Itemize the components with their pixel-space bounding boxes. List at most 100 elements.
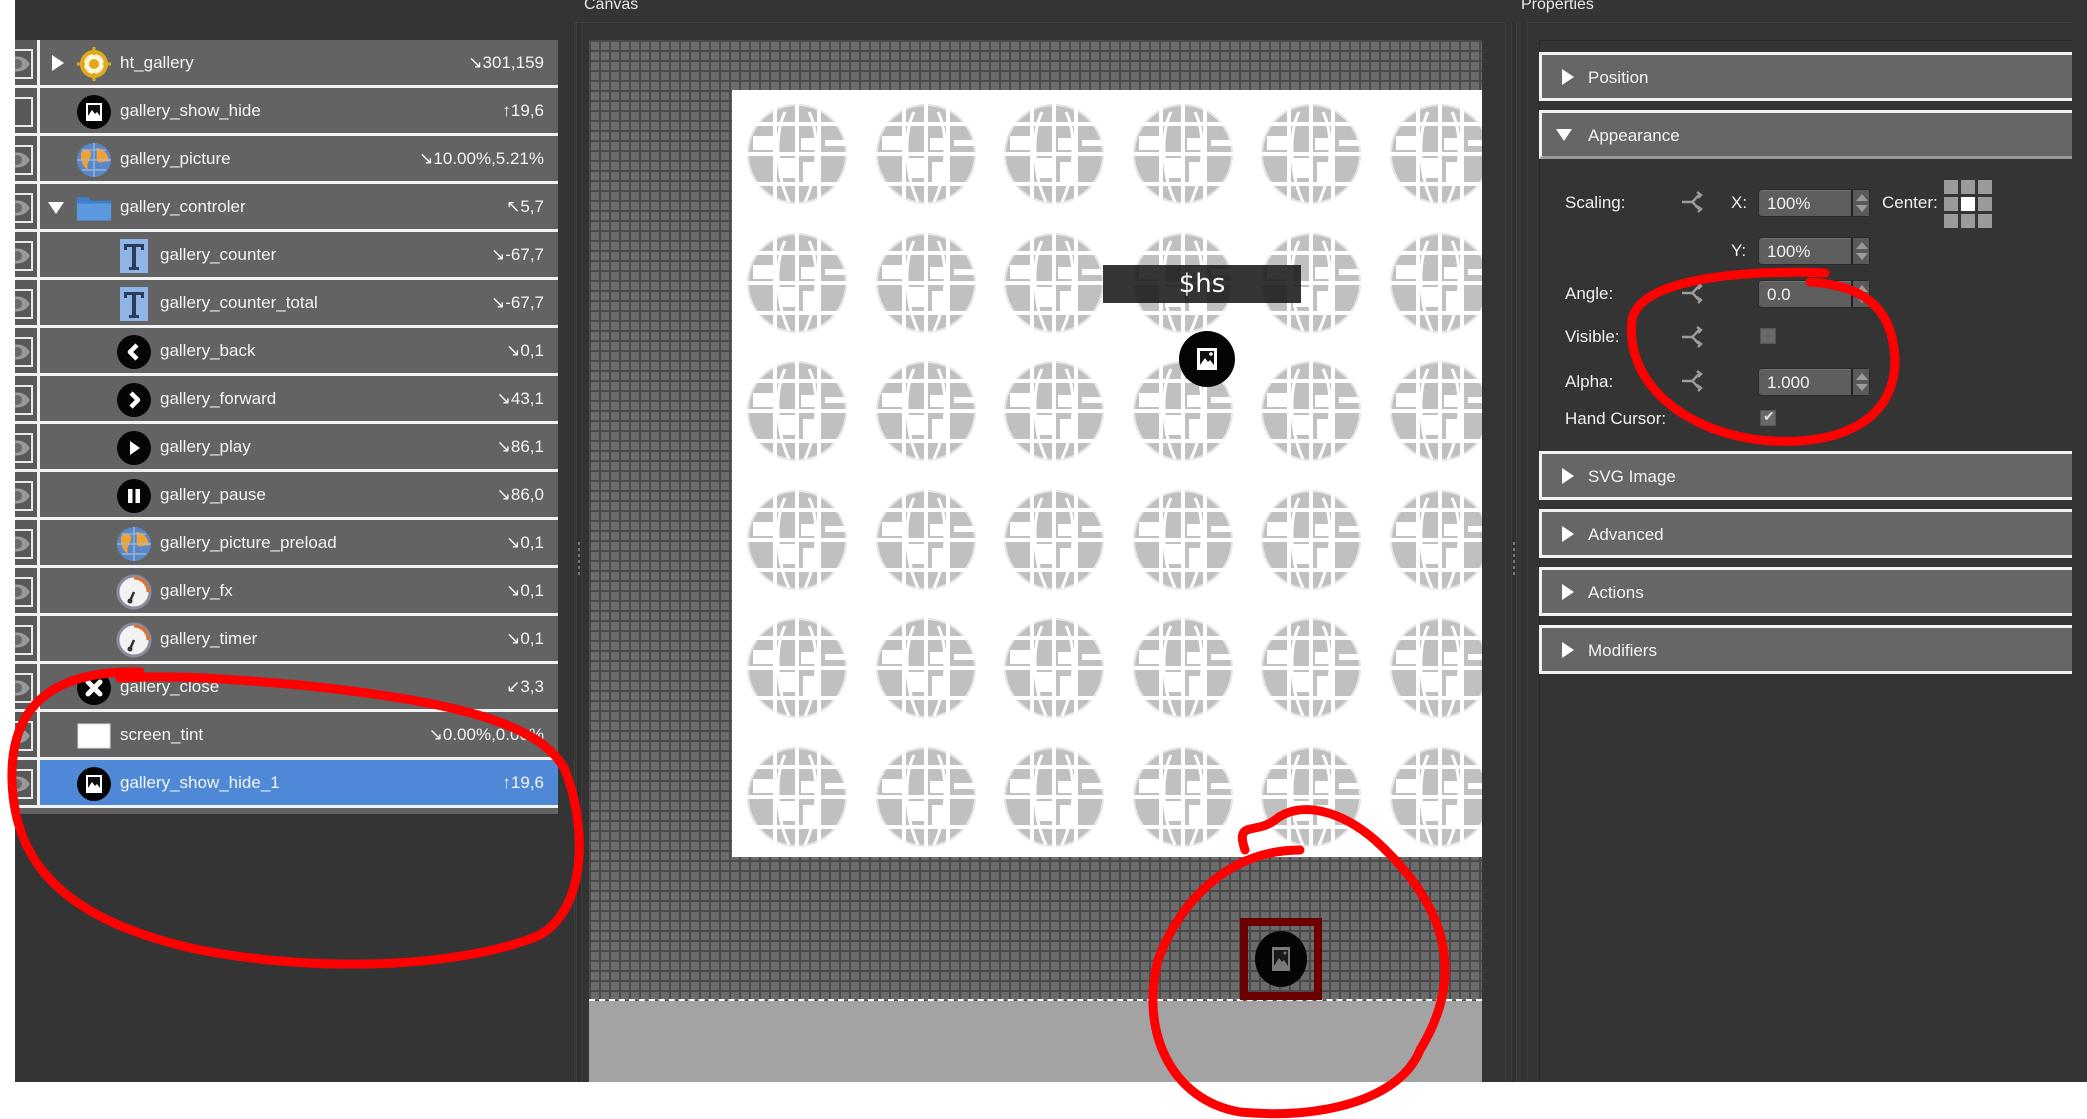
link-modifier-icon[interactable] bbox=[1680, 326, 1706, 348]
layer-row[interactable]: gallery_picture_preload ↘0,1 bbox=[15, 520, 558, 568]
hand-cursor-checkbox[interactable]: ✔ bbox=[1760, 408, 1776, 426]
gallery-show-hide-1-element[interactable] bbox=[1255, 931, 1307, 987]
anchor-top-left[interactable] bbox=[1944, 180, 1958, 194]
layer-row-main[interactable]: ht_gallery ↘301,159 bbox=[40, 40, 558, 85]
anchor-bottom-left[interactable] bbox=[1944, 214, 1958, 228]
layer-name: gallery_show_hide bbox=[120, 101, 261, 120]
layer-row-main[interactable]: gallery_show_hide_1 ↑19,6 bbox=[40, 760, 558, 805]
anchor-middle-center[interactable] bbox=[1961, 197, 1975, 211]
visibility-toggle[interactable] bbox=[15, 616, 40, 661]
layer-row[interactable]: ht_gallery ↘301,159 bbox=[15, 40, 558, 88]
center-anchor-picker[interactable] bbox=[1944, 180, 1992, 228]
layer-row-main[interactable]: gallery_show_hide ↑19,6 bbox=[40, 88, 558, 133]
layer-row-main[interactable]: gallery_forward ↘43,1 bbox=[40, 376, 558, 421]
layer-row[interactable]: gallery_fx ↘0,1 bbox=[15, 568, 558, 616]
layer-row-main[interactable]: gallery_counter ↘-67,7 bbox=[40, 232, 558, 277]
right-splitter[interactable] bbox=[1511, 22, 1517, 1082]
layer-row[interactable]: gallery_close ↙3,3 bbox=[15, 664, 558, 712]
layer-row[interactable]: gallery_pause ↘86,0 bbox=[15, 472, 558, 520]
layer-row[interactable]: gallery_show_hide_1 ↑19,6 bbox=[15, 760, 558, 808]
layer-row-main[interactable]: gallery_picture ↘10.00%,5.21% bbox=[40, 136, 558, 181]
layer-row[interactable]: gallery_forward ↘43,1 bbox=[15, 376, 558, 424]
scaling-x-spinbox[interactable]: 100% bbox=[1758, 189, 1870, 217]
visibility-toggle[interactable] bbox=[15, 280, 40, 325]
visibility-toggle[interactable] bbox=[15, 88, 40, 133]
visibility-toggle[interactable] bbox=[15, 568, 40, 613]
layer-row-main[interactable]: gallery_fx ↘0,1 bbox=[40, 568, 558, 613]
layer-row-main[interactable]: gallery_close ↙3,3 bbox=[40, 664, 558, 709]
section-advanced[interactable]: Advanced bbox=[1539, 509, 2072, 558]
globe-image bbox=[1259, 745, 1363, 849]
layer-row[interactable]: gallery_play ↘86,1 bbox=[15, 424, 558, 472]
link-modifier-icon[interactable] bbox=[1680, 370, 1706, 392]
section-modifiers[interactable]: Modifiers bbox=[1539, 625, 2072, 674]
section-position[interactable]: Position bbox=[1539, 52, 2072, 101]
section-svg-image[interactable]: SVG Image bbox=[1539, 451, 2072, 500]
visibility-toggle[interactable] bbox=[15, 232, 40, 277]
canvas-panel-title: Canvas bbox=[584, 0, 639, 13]
visibility-toggle[interactable] bbox=[15, 376, 40, 421]
visibility-toggle[interactable] bbox=[15, 520, 40, 565]
globe-image bbox=[1002, 231, 1106, 335]
anchor-bottom-right[interactable] bbox=[1978, 214, 1992, 228]
layer-row[interactable]: gallery_show_hide ↑19,6 bbox=[15, 88, 558, 136]
alpha-spinbox[interactable]: 1.000 bbox=[1758, 368, 1870, 396]
visibility-toggle[interactable] bbox=[15, 760, 40, 805]
layer-row[interactable]: gallery_picture ↘10.00%,5.21% bbox=[15, 136, 558, 184]
eye-icon bbox=[15, 680, 30, 696]
layer-row-main[interactable]: gallery_play ↘86,1 bbox=[40, 424, 558, 469]
splitter-grip[interactable] bbox=[1513, 542, 1515, 578]
layer-position-value: ↑19,6 bbox=[502, 773, 544, 792]
spin-arrows[interactable] bbox=[1851, 190, 1869, 216]
expand-arrow-icon[interactable] bbox=[52, 55, 64, 71]
anchor-middle-right[interactable] bbox=[1978, 197, 1992, 211]
timer-icon bbox=[116, 622, 152, 658]
scaling-y-spinbox[interactable]: 100% bbox=[1758, 237, 1870, 265]
anchor-bottom-center[interactable] bbox=[1961, 214, 1975, 228]
layer-row-main[interactable]: gallery_timer ↘0,1 bbox=[40, 616, 558, 661]
globe-image bbox=[1131, 102, 1235, 206]
layer-row[interactable]: screen_tint ↘0.00%,0.00% bbox=[15, 712, 558, 760]
anchor-middle-left[interactable] bbox=[1944, 197, 1958, 211]
selected-element-frame[interactable] bbox=[1240, 918, 1322, 1000]
section-appearance[interactable]: Appearance bbox=[1539, 110, 2072, 159]
visibility-toggle[interactable] bbox=[15, 712, 40, 757]
collapse-arrow-icon[interactable] bbox=[48, 202, 64, 214]
spin-arrows[interactable] bbox=[1851, 281, 1869, 307]
link-modifier-icon[interactable] bbox=[1680, 191, 1706, 213]
visibility-toggle[interactable] bbox=[15, 472, 40, 517]
canvas-gallery-show-hide-button[interactable] bbox=[1179, 331, 1235, 387]
layer-row-main[interactable]: gallery_pause ↘86,0 bbox=[40, 472, 558, 517]
layer-row-main[interactable]: gallery_back ↘0,1 bbox=[40, 328, 558, 373]
globe-image bbox=[1259, 102, 1363, 206]
section-actions[interactable]: Actions bbox=[1539, 567, 2072, 616]
angle-spinbox[interactable]: 0.0 bbox=[1758, 280, 1870, 308]
link-modifier-icon[interactable] bbox=[1680, 282, 1706, 304]
layer-row[interactable]: gallery_controler ↖5,7 bbox=[15, 184, 558, 232]
layer-name: gallery_back bbox=[160, 341, 256, 360]
layer-row[interactable]: gallery_timer ↘0,1 bbox=[15, 616, 558, 664]
visible-checkbox[interactable] bbox=[1760, 328, 1776, 344]
visibility-toggle[interactable] bbox=[15, 136, 40, 181]
layer-row-main[interactable]: gallery_controler ↖5,7 bbox=[40, 184, 558, 229]
anchor-top-center[interactable] bbox=[1961, 180, 1975, 194]
layer-position-value: ↘86,0 bbox=[496, 485, 544, 504]
stage[interactable]: $hs bbox=[732, 90, 1482, 857]
visibility-toggle[interactable] bbox=[15, 184, 40, 229]
layer-row-main[interactable]: gallery_counter_total ↘-67,7 bbox=[40, 280, 558, 325]
layer-row-main[interactable]: gallery_picture_preload ↘0,1 bbox=[40, 520, 558, 565]
anchor-top-right[interactable] bbox=[1978, 180, 1992, 194]
layer-row[interactable]: gallery_back ↘0,1 bbox=[15, 328, 558, 376]
layer-row[interactable]: gallery_counter_total ↘-67,7 bbox=[15, 280, 558, 328]
visibility-toggle[interactable] bbox=[15, 328, 40, 373]
canvas-bottom-area bbox=[589, 1001, 1482, 1082]
layer-row[interactable]: gallery_counter ↘-67,7 bbox=[15, 232, 558, 280]
visibility-toggle[interactable] bbox=[15, 424, 40, 469]
canvas-text-element[interactable]: $hs bbox=[1103, 265, 1301, 303]
canvas-viewport[interactable]: $hs bbox=[589, 40, 1482, 1082]
layer-row-main[interactable]: screen_tint ↘0.00%,0.00% bbox=[40, 712, 558, 757]
spin-arrows[interactable] bbox=[1851, 369, 1869, 395]
spin-arrows[interactable] bbox=[1851, 238, 1869, 264]
visibility-toggle[interactable] bbox=[15, 664, 40, 709]
visibility-toggle[interactable] bbox=[15, 40, 40, 85]
